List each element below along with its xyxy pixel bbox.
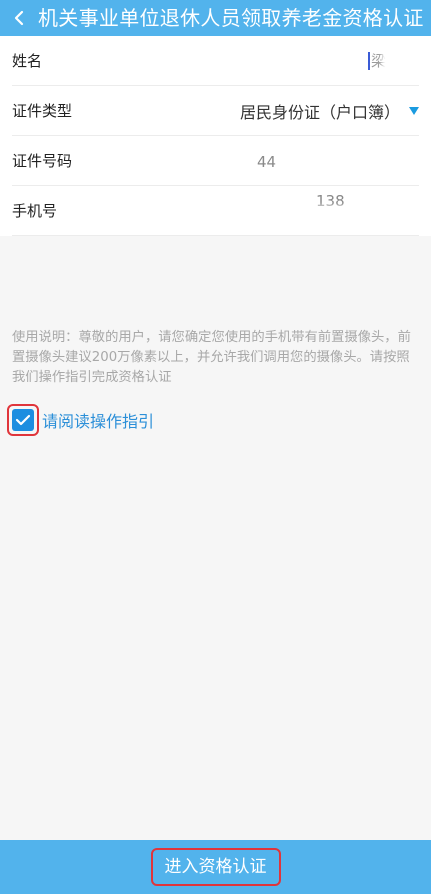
id-number-field[interactable]: 44	[257, 150, 406, 171]
check-icon	[15, 414, 31, 426]
checkbox-fill	[12, 409, 34, 431]
phone-label: 手机号	[12, 202, 58, 220]
name-field[interactable]: 梁	[368, 50, 427, 71]
id-type-value: 居民身份证（户口簿）	[239, 102, 400, 122]
app-header: 机关事业单位退休人员领取养老金资格认证	[0, 0, 431, 36]
redaction-mask	[280, 150, 406, 167]
redaction-mask	[386, 52, 427, 69]
triangle-down-icon	[409, 106, 419, 115]
name-row: 姓名 梁	[12, 36, 427, 86]
id-number-label: 证件号码	[12, 152, 73, 170]
enter-verification-button[interactable]: 进入资格认证	[150, 848, 281, 886]
text-cursor	[368, 51, 370, 70]
id-type-select[interactable]: 居民身份证（户口簿）	[240, 99, 419, 123]
id-number-value: 44	[257, 152, 277, 171]
guide-consent: 请阅读操作指引	[7, 404, 154, 436]
page-title: 机关事业单位退休人员领取养老金资格认证	[38, 6, 424, 30]
name-label: 姓名	[12, 52, 43, 70]
phone-row: 手机号 138	[12, 186, 419, 236]
id-type-row: 证件类型 居民身份证（户口簿）	[12, 86, 419, 136]
operation-guide-link[interactable]: 请阅读操作指引	[42, 408, 154, 432]
identity-form: 姓名 梁 证件类型 居民身份证（户口簿） 证件号码 44 手机号 138	[0, 36, 431, 236]
phone-field[interactable]: 138	[316, 192, 419, 230]
id-number-row: 证件号码 44	[12, 136, 419, 186]
usage-instructions: 使用说明：尊敬的用户，请您确定您使用的手机带有前置摄像头，前置摄像头建议200万…	[12, 330, 411, 385]
name-value: 梁	[371, 52, 387, 70]
back-icon[interactable]	[0, 0, 38, 36]
id-type-label: 证件类型	[12, 102, 73, 120]
phone-value: 138	[316, 191, 345, 210]
redaction-mask	[316, 209, 396, 226]
consent-checkbox[interactable]	[7, 404, 39, 436]
submit-bar[interactable]: 进入资格认证	[0, 840, 431, 894]
